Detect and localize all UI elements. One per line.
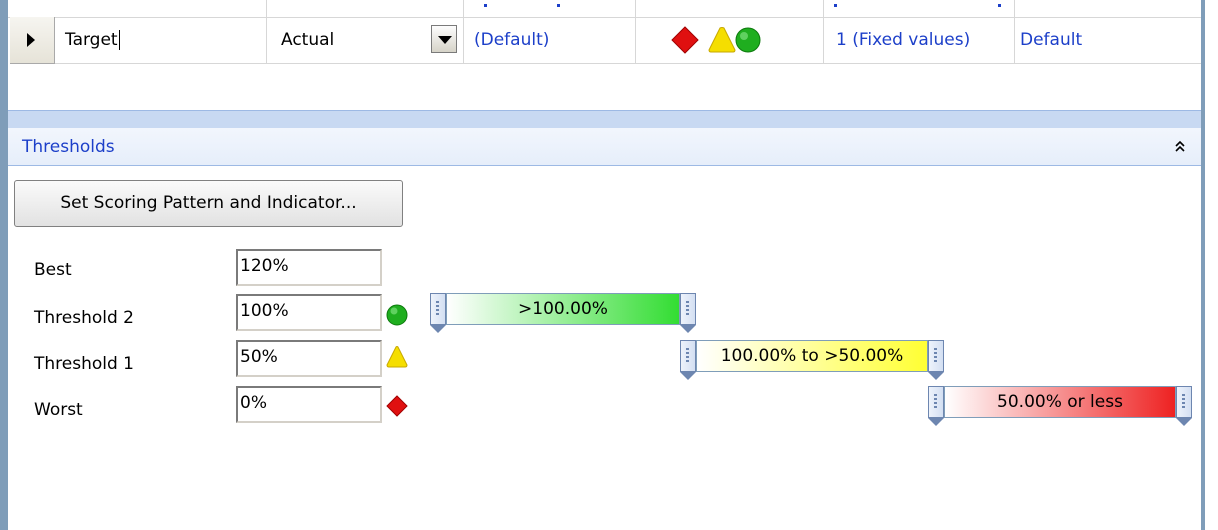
partial-text: [557, 4, 560, 7]
band-2-bar[interactable]: 100.00% to >50.00%: [696, 340, 928, 372]
column-divider: [266, 0, 267, 17]
column-divider: [463, 0, 464, 17]
bands-cell[interactable]: 1 (Fixed values): [824, 17, 1015, 63]
indicator-set-icons: [671, 26, 761, 54]
threshold-label-1: Threshold 1: [34, 354, 134, 374]
thresholds-title: Thresholds: [22, 137, 115, 157]
partial-text: [484, 4, 487, 7]
current-row-arrow-icon: [27, 33, 35, 47]
partial-text: [998, 4, 1001, 7]
collapse-chevron-up-icon[interactable]: [1172, 138, 1188, 156]
format-cell[interactable]: (Default): [464, 17, 636, 63]
best-input[interactable]: 120%: [236, 249, 382, 286]
threshold-label-2: Threshold 2: [34, 308, 134, 328]
name-cell[interactable]: Target: [55, 17, 267, 63]
previous-row-partial: [8, 0, 1201, 18]
indicator-cell[interactable]: [636, 17, 824, 63]
set-scoring-pattern-button[interactable]: Set Scoring Pattern and Indicator...: [14, 180, 403, 227]
band-2-start-handle[interactable]: [680, 340, 696, 380]
text-caret: [118, 30, 120, 50]
name-value: Target: [65, 30, 118, 50]
data-mapping-cell[interactable]: Default: [1015, 17, 1201, 63]
band-2-end-handle[interactable]: [928, 340, 944, 380]
format-value: (Default): [474, 30, 550, 50]
column-divider: [635, 0, 636, 17]
band-1-end-handle[interactable]: [680, 293, 696, 333]
column-divider: [823, 0, 824, 17]
column-divider: [1014, 0, 1015, 17]
band-1-start-handle[interactable]: [430, 293, 446, 333]
kpi-grid: Target Actual (Default) 1 (Fixed values)…: [8, 0, 1201, 110]
yellow-triangle-icon: [386, 346, 408, 368]
bands-value: 1 (Fixed values): [836, 30, 971, 50]
threshold-label-worst: Worst: [34, 400, 83, 420]
threshold-label-best: Best: [34, 260, 72, 280]
threshold-1-input[interactable]: 50%: [236, 340, 382, 377]
worst-input[interactable]: 0%: [236, 386, 382, 423]
type-dropdown-button[interactable]: [431, 25, 457, 53]
threshold-2-input[interactable]: 100%: [236, 294, 382, 331]
red-diamond-icon: [386, 395, 408, 417]
green-circle-icon: [386, 304, 408, 326]
chevron-down-icon: [438, 36, 452, 44]
type-cell[interactable]: Actual: [267, 17, 464, 63]
band-3-end-handle[interactable]: [1176, 386, 1192, 426]
band-3-bar[interactable]: 50.00% or less: [944, 386, 1176, 418]
data-mapping-value: Default: [1020, 30, 1083, 50]
left-window-border: [0, 0, 8, 530]
partial-text: [834, 4, 837, 7]
splitter-bar[interactable]: [8, 110, 1201, 128]
band-3-start-handle[interactable]: [928, 386, 944, 426]
right-margin: [1205, 0, 1218, 530]
thresholds-panel: Set Scoring Pattern and Indicator... Bes…: [8, 166, 1201, 530]
table-row[interactable]: Target Actual (Default) 1 (Fixed values)…: [55, 17, 1201, 64]
band-1-bar[interactable]: >100.00%: [446, 293, 680, 325]
thresholds-panel-header[interactable]: Thresholds: [8, 128, 1201, 166]
red-diamond-icon: [671, 26, 699, 54]
green-circle-icon: [735, 27, 761, 53]
row-selector[interactable]: [10, 17, 55, 64]
yellow-triangle-icon: [708, 27, 736, 53]
type-value: Actual: [281, 30, 335, 50]
